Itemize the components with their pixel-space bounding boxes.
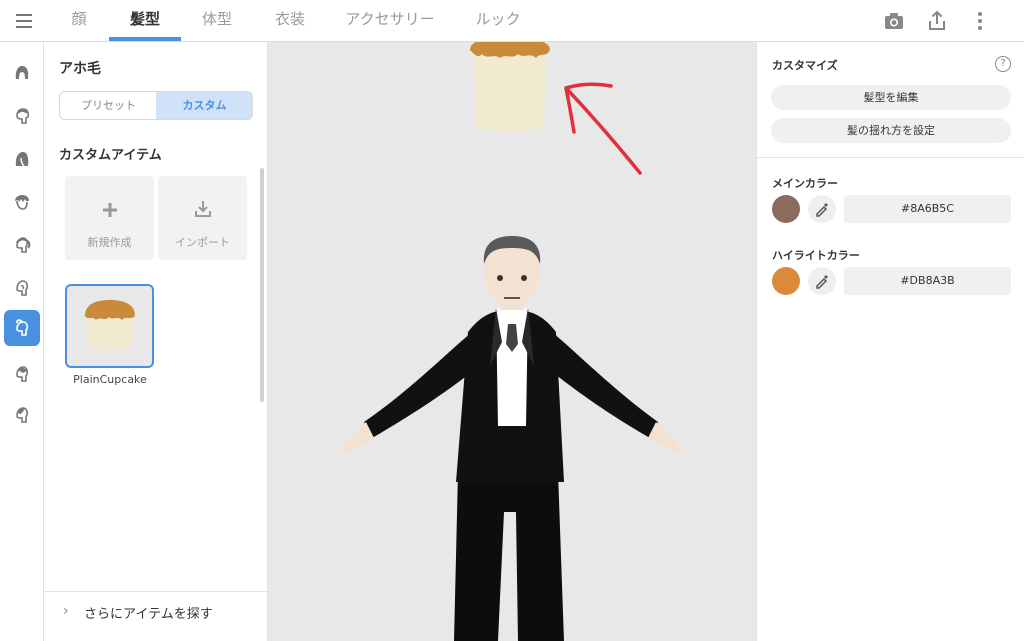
hair-ear-icon[interactable] (4, 270, 40, 306)
chevron-right-icon: › (63, 603, 69, 619)
hair-back-icon[interactable] (4, 141, 40, 177)
ahoge-icon[interactable] (4, 310, 40, 346)
annotation-arrow (564, 82, 642, 175)
section-title: カスタムアイテム (59, 148, 162, 163)
new-item-button[interactable]: 新規作成 (65, 176, 154, 260)
tab-look[interactable]: ルック (470, 0, 526, 42)
tab-custom[interactable]: カスタム (156, 92, 252, 119)
avatar-figure (338, 236, 684, 641)
more-vertical-icon[interactable] (967, 8, 993, 34)
tab-preset[interactable]: プリセット (60, 92, 157, 119)
hair-extra-icon[interactable] (4, 356, 40, 392)
top-bar: 顔 髪型 体型 衣装 アクセサリー ルック (0, 0, 1024, 42)
tab-face[interactable]: 顔 (64, 0, 94, 42)
panel-title: アホ毛 (59, 61, 101, 77)
edit-hairstyle-button[interactable]: 髪型を編集 (771, 85, 1011, 110)
find-more-label: さらにアイテムを探す (84, 607, 213, 622)
left-panel: アホ毛 プリセット カスタム カスタムアイテム 新規作成 インポート Plain… (44, 42, 268, 641)
hair-accent-icon[interactable] (4, 397, 40, 433)
hair-side-icon[interactable] (4, 98, 40, 134)
import-button[interactable]: インポート (158, 176, 247, 260)
plus-icon (103, 203, 117, 217)
highlight-color-swatch[interactable] (772, 267, 800, 295)
avatar-viewport[interactable] (268, 42, 756, 641)
tab-body[interactable]: 体型 (193, 0, 241, 42)
new-item-label: 新規作成 (87, 236, 132, 249)
tab-hairstyle[interactable]: 髪型 (109, 0, 181, 42)
help-icon[interactable]: ? (995, 56, 1011, 72)
item-name-label: PlainCupcake (73, 373, 147, 386)
share-icon[interactable] (924, 8, 950, 34)
highlight-color-label: ハイライトカラー (772, 249, 860, 262)
hair-front-icon[interactable] (4, 55, 40, 91)
main-color-hex-field[interactable]: #8A6B5C (844, 195, 1011, 223)
hair-sway-settings-button[interactable]: 髪の揺れ方を設定 (771, 118, 1011, 143)
import-label: インポート (175, 236, 230, 249)
eyedropper-icon[interactable] (808, 267, 836, 295)
tab-outfit[interactable]: 衣装 (266, 0, 314, 42)
hair-bangs-icon[interactable] (4, 184, 40, 220)
active-tab-indicator (109, 37, 181, 41)
camera-icon[interactable] (881, 8, 907, 34)
main-color-label: メインカラー (772, 177, 838, 190)
find-more-items-link[interactable]: › さらにアイテムを探す (44, 591, 268, 641)
eyedropper-icon[interactable] (808, 195, 836, 223)
preset-custom-toggle: プリセット カスタム (59, 91, 253, 120)
item-card-plaincupcake[interactable] (65, 284, 154, 368)
cupcake-thumbnail (85, 300, 135, 351)
highlight-color-hex-field[interactable]: #DB8A3B (844, 267, 1011, 295)
customize-title: カスタマイズ (772, 59, 838, 72)
cupcake-hair-item (470, 42, 550, 132)
category-rail (0, 42, 44, 641)
avatar-scene (338, 42, 684, 641)
tab-accessory[interactable]: アクセサリー (342, 0, 438, 42)
import-icon (195, 201, 211, 217)
menu-icon[interactable] (12, 10, 36, 32)
main-color-swatch[interactable] (772, 195, 800, 223)
hair-ponytail-icon[interactable] (4, 227, 40, 263)
divider (757, 157, 1024, 158)
scrollbar[interactable] (260, 168, 264, 402)
right-panel: カスタマイズ ? 髪型を編集 髪の揺れ方を設定 メインカラー #8A6B5C ハ… (756, 42, 1024, 641)
